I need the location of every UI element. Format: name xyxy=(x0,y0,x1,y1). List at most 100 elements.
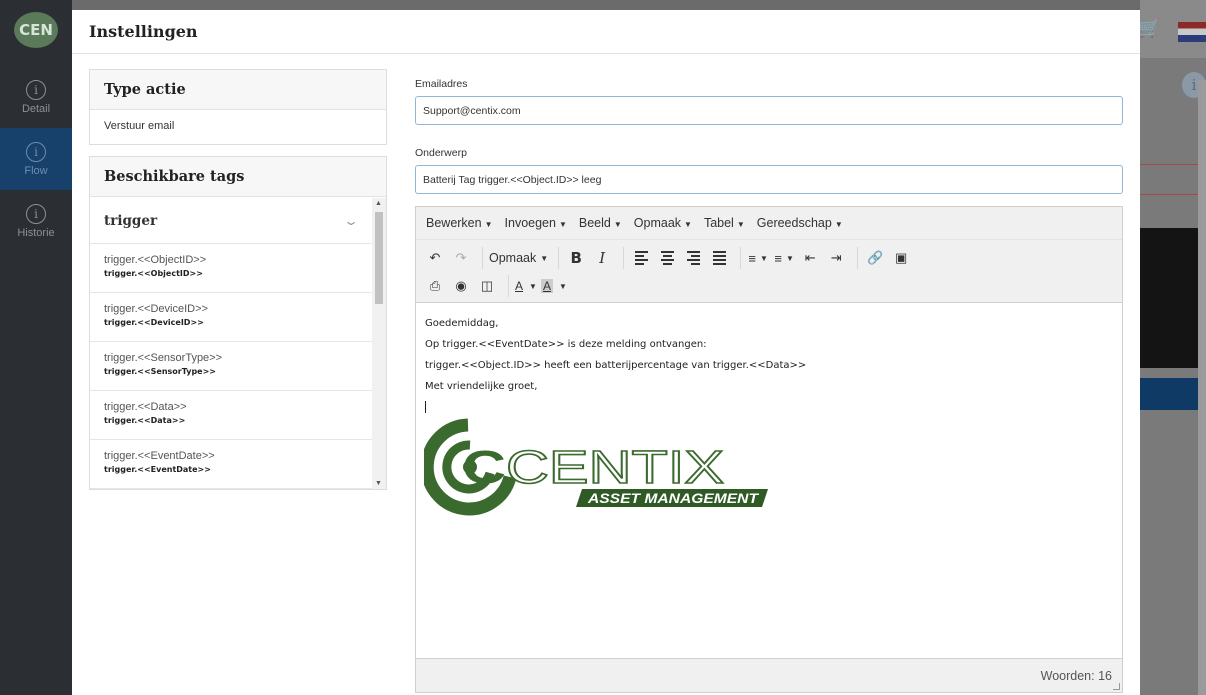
text-cursor xyxy=(425,401,426,413)
scroll-up-icon[interactable]: ▲ xyxy=(375,200,382,207)
centix-logo: C CENTIX ASSET MANAGEMENT xyxy=(420,417,774,520)
format-dropdown[interactable]: Opmaak ▼ xyxy=(489,246,548,270)
tag-label: trigger.<<Data>> xyxy=(104,401,187,413)
menu-bewerken[interactable]: Bewerken ▼ xyxy=(426,216,493,230)
align-left-icon[interactable] xyxy=(630,246,652,270)
numbered-list-icon[interactable]: ≡ ▼ xyxy=(773,246,795,270)
cart-icon[interactable]: 🛒 xyxy=(1138,18,1160,39)
resize-handle-icon[interactable] xyxy=(1113,683,1120,690)
menu-beeld[interactable]: Beeld ▼ xyxy=(579,216,622,230)
caret-down-icon: ▼ xyxy=(558,220,567,229)
tags-scrollbar[interactable]: ▲ ▼ xyxy=(372,198,386,489)
tag-item[interactable]: trigger.<<EventDate>> trigger.<<EventDat… xyxy=(90,440,372,489)
sidebar-item-label: Historie xyxy=(17,226,55,239)
tag-code: trigger.<<ObjectID>> xyxy=(104,269,203,278)
editor-content[interactable]: Goedemiddag, Op trigger.<<EventDate>> is… xyxy=(416,303,1122,655)
scroll-down-icon[interactable]: ▼ xyxy=(375,480,382,487)
app-sidebar: CEN i Detail i Flow i Historie xyxy=(0,0,72,695)
tag-item[interactable]: trigger.<<ObjectID>> trigger.<<ObjectID>… xyxy=(90,244,372,293)
body-line: Goedemiddag, xyxy=(425,318,499,329)
divider xyxy=(1140,164,1206,165)
caret-down-icon: ▼ xyxy=(736,220,745,229)
caret-down-icon: ▼ xyxy=(834,220,843,229)
modal-title: Instellingen xyxy=(89,22,198,41)
sidebar-item-label: Detail xyxy=(21,102,51,115)
info-icon: i xyxy=(26,203,46,224)
rich-text-editor: Bewerken ▼ Invoegen ▼ Beeld ▼ Opmaak ▼ Tabel… xyxy=(415,206,1123,693)
sidebar-item-detail[interactable]: i Detail xyxy=(0,66,72,128)
tag-group-label: trigger xyxy=(104,212,158,229)
align-justify-icon[interactable] xyxy=(708,246,730,270)
body-line: trigger.<<Object.ID>> heeft een batterij… xyxy=(425,360,807,371)
sidebar-item-historie[interactable]: i Historie xyxy=(0,190,72,252)
editor-statusbar: Woorden: 16 xyxy=(416,658,1122,692)
preview-icon[interactable]: ◉ xyxy=(450,274,472,298)
tag-code: trigger.<<SensorType>> xyxy=(104,367,217,376)
menu-invoegen[interactable]: Invoegen ▼ xyxy=(505,216,567,230)
action-type-value: Verstuur email xyxy=(104,120,175,132)
body-line: Op trigger.<<EventDate>> is deze melding… xyxy=(425,339,707,350)
tag-item[interactable]: trigger.<<DeviceID>> trigger.<<DeviceID>… xyxy=(90,293,372,342)
caret-down-icon: ▼ xyxy=(540,253,549,263)
tag-code: trigger.<<Data>> xyxy=(104,416,186,425)
tag-label: trigger.<<DeviceID>> xyxy=(104,303,208,315)
word-count: Woorden: 16 xyxy=(1040,668,1112,683)
link-icon[interactable]: 🔗 xyxy=(864,246,886,270)
image-icon[interactable]: ▣ xyxy=(890,246,912,270)
caret-down-icon: ▼ xyxy=(613,220,622,229)
info-icon: i xyxy=(26,141,46,162)
tag-code: trigger.<<DeviceID>> xyxy=(104,318,204,327)
panel-heading: Beschikbare tags xyxy=(90,157,386,197)
menu-tabel[interactable]: Tabel ▼ xyxy=(704,216,745,230)
panel-heading: Type actie xyxy=(90,70,386,110)
bold-icon[interactable]: B xyxy=(565,246,587,270)
language-flag-icon[interactable] xyxy=(1178,22,1206,42)
editor-toolbar: ↶ ↷ Opmaak ▼ B I ≡ ▼ ≡ ▼ ⇤ ⇥ 🔗 ▣ ⎙ ◉ ◫ A… xyxy=(416,239,1122,303)
sidebar-item-label: Flow xyxy=(24,164,48,177)
background-color-icon[interactable]: A ▼ xyxy=(541,274,567,298)
tag-item[interactable]: trigger.<<Data>> trigger.<<Data>> xyxy=(90,391,372,440)
bullet-list-icon[interactable]: ≡ ▼ xyxy=(747,246,769,270)
sidebar-item-flow[interactable]: i Flow xyxy=(0,128,72,190)
logo-wordmark: CENTIX xyxy=(506,441,724,493)
chevron-down-icon: ⌄ xyxy=(342,213,360,228)
caret-down-icon: ▼ xyxy=(484,220,493,229)
background-bar xyxy=(1140,378,1206,410)
indent-icon[interactable]: ⇥ xyxy=(825,246,847,270)
centix-logo-icon: C CENTIX ASSET MANAGEMENT xyxy=(420,418,768,516)
menu-gereedschap[interactable]: Gereedschap ▼ xyxy=(757,216,843,230)
settings-modal: Instellingen Type actie Verstuur email B… xyxy=(72,10,1140,695)
undo-icon[interactable]: ↶ xyxy=(424,246,446,270)
page-scrollbar[interactable] xyxy=(1198,80,1206,695)
italic-icon[interactable]: I xyxy=(591,246,613,270)
email-field[interactable]: Support@centix.com xyxy=(415,96,1123,125)
action-type-panel: Type actie Verstuur email xyxy=(89,69,387,145)
scrollbar-thumb[interactable] xyxy=(375,212,383,304)
caret-down-icon: ▼ xyxy=(684,220,692,229)
tag-group-trigger[interactable]: trigger ⌄ xyxy=(90,198,372,244)
tag-label: trigger.<<SensorType>> xyxy=(104,352,223,364)
tag-code: trigger.<<EventDate>> xyxy=(104,465,211,474)
tag-item[interactable]: trigger.<<SensorType>> trigger.<<SensorT… xyxy=(90,342,372,391)
modal-header: Instellingen xyxy=(72,10,1140,54)
body-line: Met vriendelijke groet, xyxy=(425,381,538,392)
outdent-icon[interactable]: ⇤ xyxy=(799,246,821,270)
subject-field[interactable]: Batterij Tag trigger.<<Object.ID>> leeg xyxy=(415,165,1123,194)
tag-label: trigger.<<EventDate>> xyxy=(104,450,215,462)
available-tags-panel: Beschikbare tags trigger ⌄ trigger.<<Obj… xyxy=(89,156,387,490)
logo-subtitle: ASSET MANAGEMENT xyxy=(587,490,760,506)
media-icon[interactable]: ◫ xyxy=(476,274,498,298)
text-color-icon[interactable]: A ▼ xyxy=(515,274,537,298)
background-panel xyxy=(1140,228,1206,368)
redo-icon[interactable]: ↷ xyxy=(450,246,472,270)
tags-list: trigger ⌄ trigger.<<ObjectID>> trigger.<… xyxy=(90,198,386,489)
align-center-icon[interactable] xyxy=(656,246,678,270)
menu-opmaak[interactable]: Opmaak ▼ xyxy=(634,216,692,230)
divider xyxy=(1140,194,1206,195)
tag-label: trigger.<<ObjectID>> xyxy=(104,254,207,266)
align-right-icon[interactable] xyxy=(682,246,704,270)
svg-text:C: C xyxy=(462,441,506,493)
email-label: Emailadres xyxy=(415,78,468,90)
info-icon: i xyxy=(26,79,46,100)
print-icon[interactable]: ⎙ xyxy=(424,274,446,298)
